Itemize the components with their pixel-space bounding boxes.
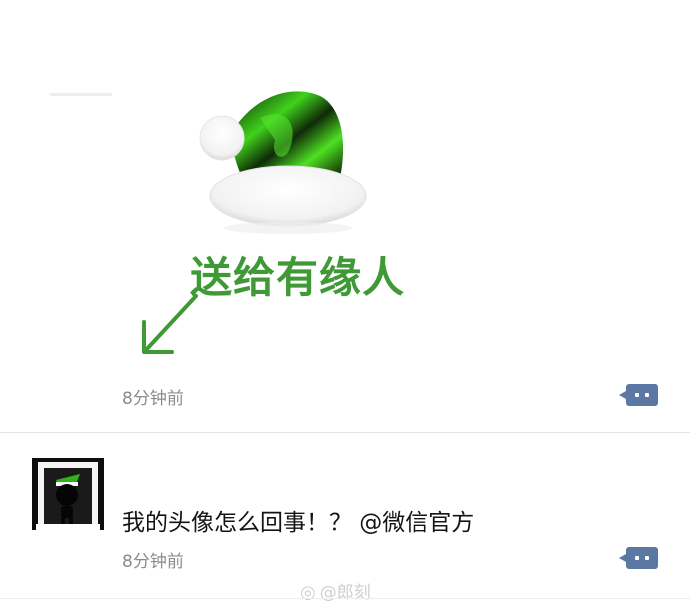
green-hat-image[interactable]: [190, 78, 370, 238]
avatar[interactable]: [32, 458, 104, 530]
comment-button[interactable]: [619, 384, 658, 406]
post-divider: [0, 432, 690, 433]
green-hat-icon: [199, 91, 367, 234]
watermark-text: @郎刻: [319, 583, 371, 603]
weibo-icon: ◎: [300, 582, 316, 603]
bottom-divider: [0, 598, 690, 599]
watermark: ◎ @郎刻: [300, 578, 371, 603]
post-time: 8分钟前: [122, 552, 184, 572]
avatar-figure-icon: [32, 458, 104, 530]
post-time: 8分钟前: [122, 389, 184, 409]
comment-icon: [635, 393, 639, 397]
moment-post-1: 送给有缘人 8分钟前: [0, 0, 690, 432]
arrow-down-left-icon: [142, 294, 198, 354]
caption-text: 送给有缘人: [190, 253, 406, 302]
comment-icon-dot: [645, 556, 649, 560]
comment-icon-dot: [645, 393, 649, 397]
post-text: 我的头像怎么回事！？ @微信官方: [122, 510, 475, 536]
comment-button[interactable]: [619, 547, 658, 569]
comment-icon: [635, 556, 639, 560]
faint-divider: [50, 93, 112, 96]
